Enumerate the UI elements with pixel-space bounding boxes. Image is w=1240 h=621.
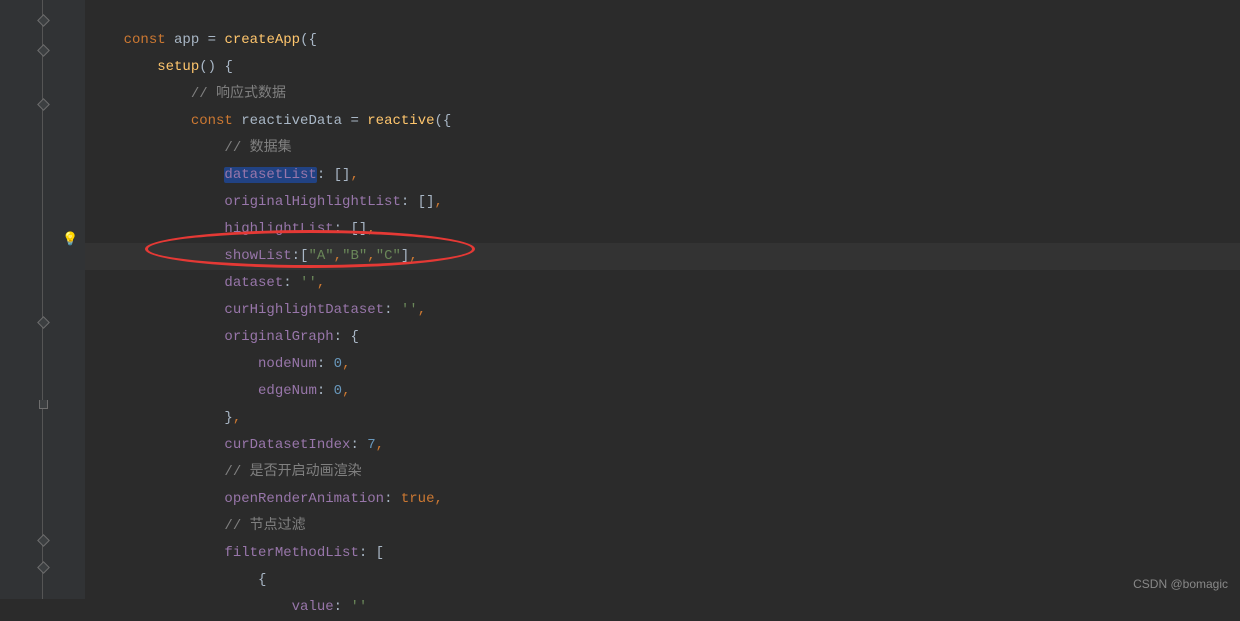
selected-identifier: datasetList [224, 167, 316, 183]
code-line: value: '' [85, 594, 1240, 621]
lightbulb-icon[interactable]: 💡 [62, 232, 76, 246]
code-line: { [85, 567, 1240, 594]
code-line: originalGraph: { [85, 324, 1240, 351]
code-line-active: showList:["A","B","C"], [85, 243, 1240, 270]
code-line: highlightList: [], [85, 216, 1240, 243]
editor-gutter: 💡 [0, 0, 85, 599]
fold-icon-end[interactable] [38, 399, 48, 409]
code-line: dataset: '', [85, 270, 1240, 297]
fold-icon[interactable] [38, 15, 48, 25]
code-line [85, 0, 1240, 27]
code-line: const reactiveData = reactive({ [85, 108, 1240, 135]
code-line: const app = createApp({ [85, 27, 1240, 54]
code-line: originalHighlightList: [], [85, 189, 1240, 216]
code-line: edgeNum: 0, [85, 378, 1240, 405]
code-line: nodeNum: 0, [85, 351, 1240, 378]
fold-icon[interactable] [38, 317, 48, 327]
code-editor: 💡 const app = createApp({ setup() { // 响… [0, 0, 1240, 599]
code-line: curHighlightDataset: '', [85, 297, 1240, 324]
fold-icon[interactable] [38, 562, 48, 572]
code-line: }, [85, 405, 1240, 432]
code-line: // 是否开启动画渲染 [85, 459, 1240, 486]
code-content[interactable]: const app = createApp({ setup() { // 响应式… [85, 0, 1240, 599]
fold-icon[interactable] [38, 535, 48, 545]
watermark: CSDN @bomagic [1133, 577, 1228, 591]
code-line: curDatasetIndex: 7, [85, 432, 1240, 459]
code-line: openRenderAnimation: true, [85, 486, 1240, 513]
code-line: filterMethodList: [ [85, 540, 1240, 567]
code-line: // 响应式数据 [85, 81, 1240, 108]
code-line: // 节点过滤 [85, 513, 1240, 540]
code-line: // 数据集 [85, 135, 1240, 162]
fold-icon[interactable] [38, 99, 48, 109]
fold-icon[interactable] [38, 45, 48, 55]
code-line: datasetList: [], [85, 162, 1240, 189]
code-line: setup() { [85, 54, 1240, 81]
